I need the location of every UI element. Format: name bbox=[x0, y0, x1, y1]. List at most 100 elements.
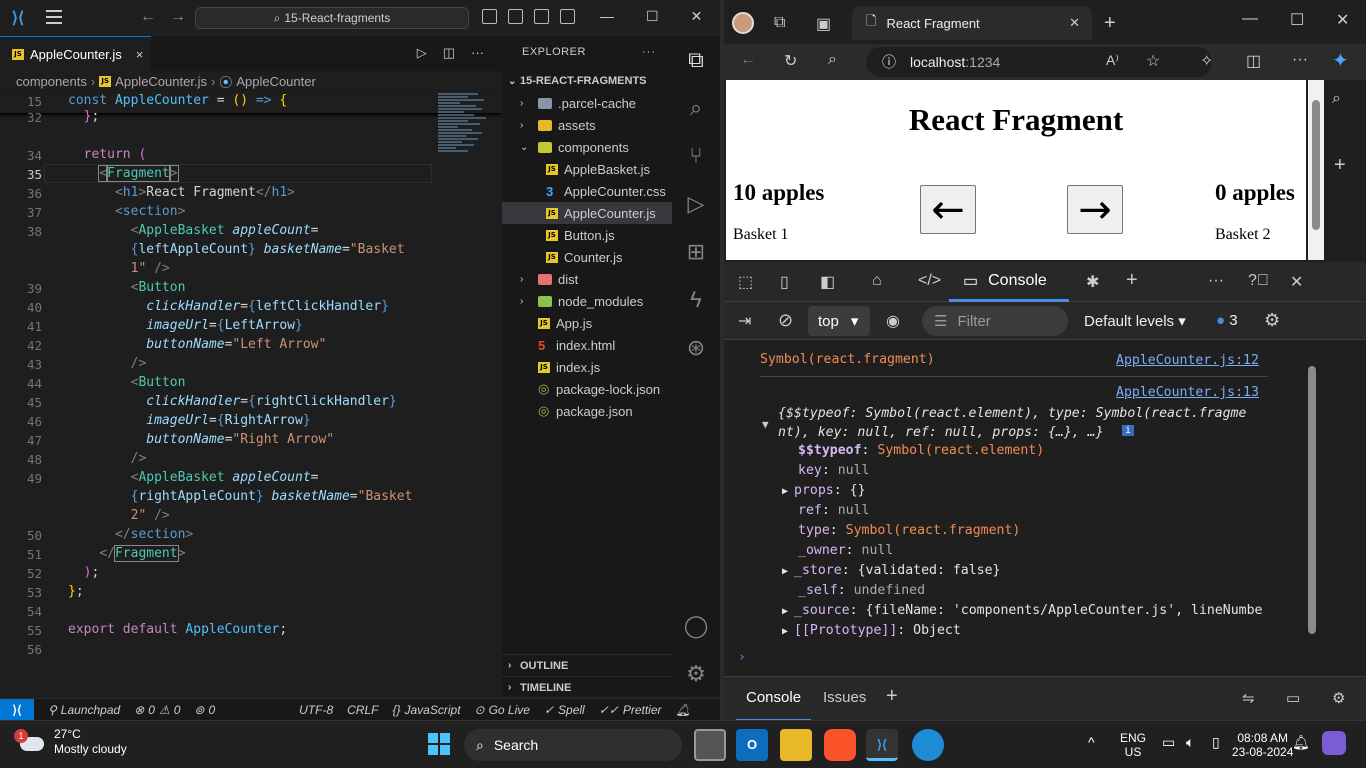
prop-row[interactable]: ▶ _source: {fileName: 'components/AppleC… bbox=[782, 603, 1263, 618]
sidebar-icon[interactable]: ⇥ bbox=[738, 311, 751, 331]
prettier[interactable]: ✓✓ Prettier bbox=[599, 703, 662, 717]
prop-row[interactable]: ▶ _store: {validated: false} bbox=[782, 563, 1001, 578]
favorite-star-icon[interactable]: ☆ bbox=[1146, 51, 1160, 71]
prop-row[interactable]: ▶ [[Prototype]]: Object bbox=[782, 623, 961, 638]
source-control-icon[interactable]: ⑂ bbox=[672, 132, 720, 180]
breadcrumb-file[interactable]: AppleCounter.js bbox=[115, 74, 207, 89]
breadcrumb-symbol[interactable]: AppleCounter bbox=[236, 74, 316, 89]
timeline-section[interactable]: › TIMELINE bbox=[502, 676, 672, 698]
git-graph-icon[interactable]: ⊛ bbox=[672, 324, 720, 372]
battery-icon[interactable]: ▯ bbox=[1212, 735, 1220, 749]
device-toolbar-icon[interactable]: ▯ bbox=[780, 272, 789, 292]
tab-console[interactable]: ▭ Console bbox=[949, 262, 1069, 302]
volume-icon[interactable]: 🔈︎ bbox=[1186, 735, 1194, 749]
outlook-icon[interactable]: O bbox=[736, 729, 768, 761]
brave-icon[interactable] bbox=[824, 729, 856, 761]
filter-input[interactable]: ☰ Filter bbox=[922, 306, 1068, 336]
clear-console-icon[interactable]: ⊘ bbox=[778, 310, 793, 331]
workspaces-icon[interactable]: ⧉ bbox=[774, 14, 785, 32]
explorer-item[interactable]: JS index.js bbox=[502, 356, 672, 378]
add-drawer-tab-icon[interactable]: + bbox=[886, 685, 898, 708]
read-aloud-icon[interactable]: A⁾ bbox=[1106, 52, 1119, 69]
maximize-icon[interactable]: ☐ bbox=[1290, 10, 1304, 30]
drawer-tab-issues[interactable]: Issues bbox=[823, 689, 866, 706]
log-source-2[interactable]: AppleCounter.js:13 bbox=[1116, 385, 1259, 400]
explorer-item[interactable]: JS Button.js bbox=[502, 224, 672, 246]
more-icon[interactable]: ··· bbox=[642, 46, 656, 58]
right-arrow-button[interactable]: → bbox=[1067, 185, 1123, 234]
eye-icon[interactable]: ◉ bbox=[886, 311, 900, 331]
prop-row[interactable]: $$typeof: Symbol(react.element) bbox=[798, 443, 1044, 458]
explorer-item[interactable]: › .parcel-cache bbox=[502, 92, 672, 114]
explorer-item-selected[interactable]: JS AppleCounter.js bbox=[502, 202, 672, 224]
minimize-icon[interactable]: — bbox=[1242, 10, 1258, 28]
explorer-item[interactable]: › assets bbox=[502, 114, 672, 136]
spell[interactable]: ✓ Spell bbox=[544, 703, 585, 717]
message-count[interactable]: ● 3 bbox=[1216, 312, 1238, 329]
run-icon[interactable]: ▷ bbox=[417, 45, 427, 61]
console-prompt-icon[interactable]: › bbox=[738, 650, 746, 665]
console-scrollbar[interactable] bbox=[1308, 346, 1318, 666]
chevron-up-icon[interactable]: ^ bbox=[1088, 735, 1095, 749]
explorer-icon[interactable]: ⧉ bbox=[672, 36, 720, 84]
inspect-icon[interactable]: ⬚ bbox=[738, 272, 753, 292]
bug-icon[interactable]: ✱ bbox=[1086, 272, 1099, 292]
notification-bell-icon[interactable]: 🔔︎ bbox=[1292, 735, 1310, 749]
explorer-item[interactable]: › node_modules bbox=[502, 290, 672, 312]
gear-icon[interactable]: ⚙ bbox=[1264, 310, 1280, 331]
encoding[interactable]: UTF-8 bbox=[299, 703, 333, 717]
object-summary-2[interactable]: nt), key: null, ref: null, props: {…}, …… bbox=[778, 425, 1104, 440]
drawer-tab-console[interactable]: Console bbox=[735, 689, 812, 721]
profile-avatar[interactable] bbox=[732, 12, 754, 34]
browser-tab[interactable]: 🗋︎ React Fragment ✕ bbox=[852, 6, 1092, 40]
remote-icon[interactable]: ⟩⟨ bbox=[0, 698, 34, 721]
tab-actions-icon[interactable]: ▣ bbox=[816, 14, 831, 34]
clock[interactable]: 08:08 AM 23-08-2024 bbox=[1232, 731, 1293, 759]
more-icon[interactable]: ··· bbox=[471, 45, 484, 61]
close-tab-icon[interactable]: × bbox=[136, 47, 144, 62]
explorer-item[interactable]: JS Counter.js bbox=[502, 246, 672, 268]
log-entry-1[interactable]: Symbol(react.fragment) bbox=[760, 352, 935, 367]
context-select[interactable]: top ▾ bbox=[808, 306, 870, 336]
prop-row[interactable]: ref: null bbox=[798, 503, 869, 518]
network-icon[interactable]: ▭ bbox=[1162, 735, 1175, 749]
sidebar-search-icon[interactable]: ⌕ bbox=[1332, 90, 1341, 108]
outline-section[interactable]: › OUTLINE bbox=[502, 654, 672, 676]
page-scrollbar[interactable] bbox=[1308, 80, 1324, 260]
copilot-taskbar-icon[interactable] bbox=[1322, 731, 1346, 755]
log-source-1[interactable]: AppleCounter.js:12 bbox=[1116, 353, 1259, 368]
dock-icon[interactable]: ⇋ bbox=[1242, 689, 1255, 707]
minimap[interactable] bbox=[438, 92, 490, 222]
window-controls[interactable]: — ☐ ✕ bbox=[600, 8, 702, 25]
launchpad[interactable]: ⚲ Launchpad bbox=[48, 703, 120, 717]
info-badge-icon[interactable]: i bbox=[1122, 425, 1135, 436]
file-explorer-icon[interactable] bbox=[780, 729, 812, 761]
start-windows-icon[interactable] bbox=[428, 733, 450, 755]
language-indicator[interactable]: ENG US bbox=[1120, 731, 1146, 759]
go-live[interactable]: ⊙ Go Live bbox=[475, 703, 530, 717]
edge-taskbar-icon[interactable] bbox=[912, 729, 944, 761]
extensions-icon[interactable]: ✧ bbox=[1200, 51, 1213, 71]
sidebar-add-icon[interactable]: + bbox=[1334, 154, 1346, 177]
object-summary-1[interactable]: {$$typeof: Symbol(react.element), type: … bbox=[778, 406, 1246, 421]
more-icon[interactable]: ··· bbox=[1208, 272, 1224, 290]
explorer-item[interactable]: ◎ package-lock.json bbox=[502, 378, 672, 400]
explorer-item[interactable]: JS AppleBasket.js bbox=[502, 158, 672, 180]
home-icon[interactable]: ⌂ bbox=[872, 272, 882, 290]
levels-dropdown[interactable]: Default levels ▾ bbox=[1084, 312, 1186, 330]
prop-row[interactable]: ▶ props: {} bbox=[782, 483, 866, 498]
gear-icon[interactable]: ⚙ bbox=[672, 650, 720, 698]
layout-toggles[interactable] bbox=[482, 9, 575, 24]
console-output[interactable]: Symbol(react.fragment) AppleCounter.js:1… bbox=[724, 340, 1366, 676]
explorer-root[interactable]: ⌄ 15-REACT-FRAGMENTS bbox=[502, 70, 672, 92]
prop-row[interactable]: type: Symbol(react.fragment) bbox=[798, 523, 1020, 538]
command-center[interactable]: ⌕ 15-React-fragments bbox=[195, 7, 469, 29]
task-view-icon[interactable] bbox=[694, 729, 726, 761]
explorer-item[interactable]: ⌄ components bbox=[502, 136, 672, 158]
explorer-item[interactable]: 5 index.html bbox=[502, 334, 672, 356]
explorer-item[interactable]: JS App.js bbox=[502, 312, 672, 334]
menu-icon[interactable] bbox=[46, 10, 62, 24]
split-editor-icon[interactable]: ◫ bbox=[443, 45, 455, 61]
run-debug-icon[interactable]: ▷ bbox=[672, 180, 720, 228]
close-icon[interactable]: ✕ bbox=[1336, 10, 1349, 30]
